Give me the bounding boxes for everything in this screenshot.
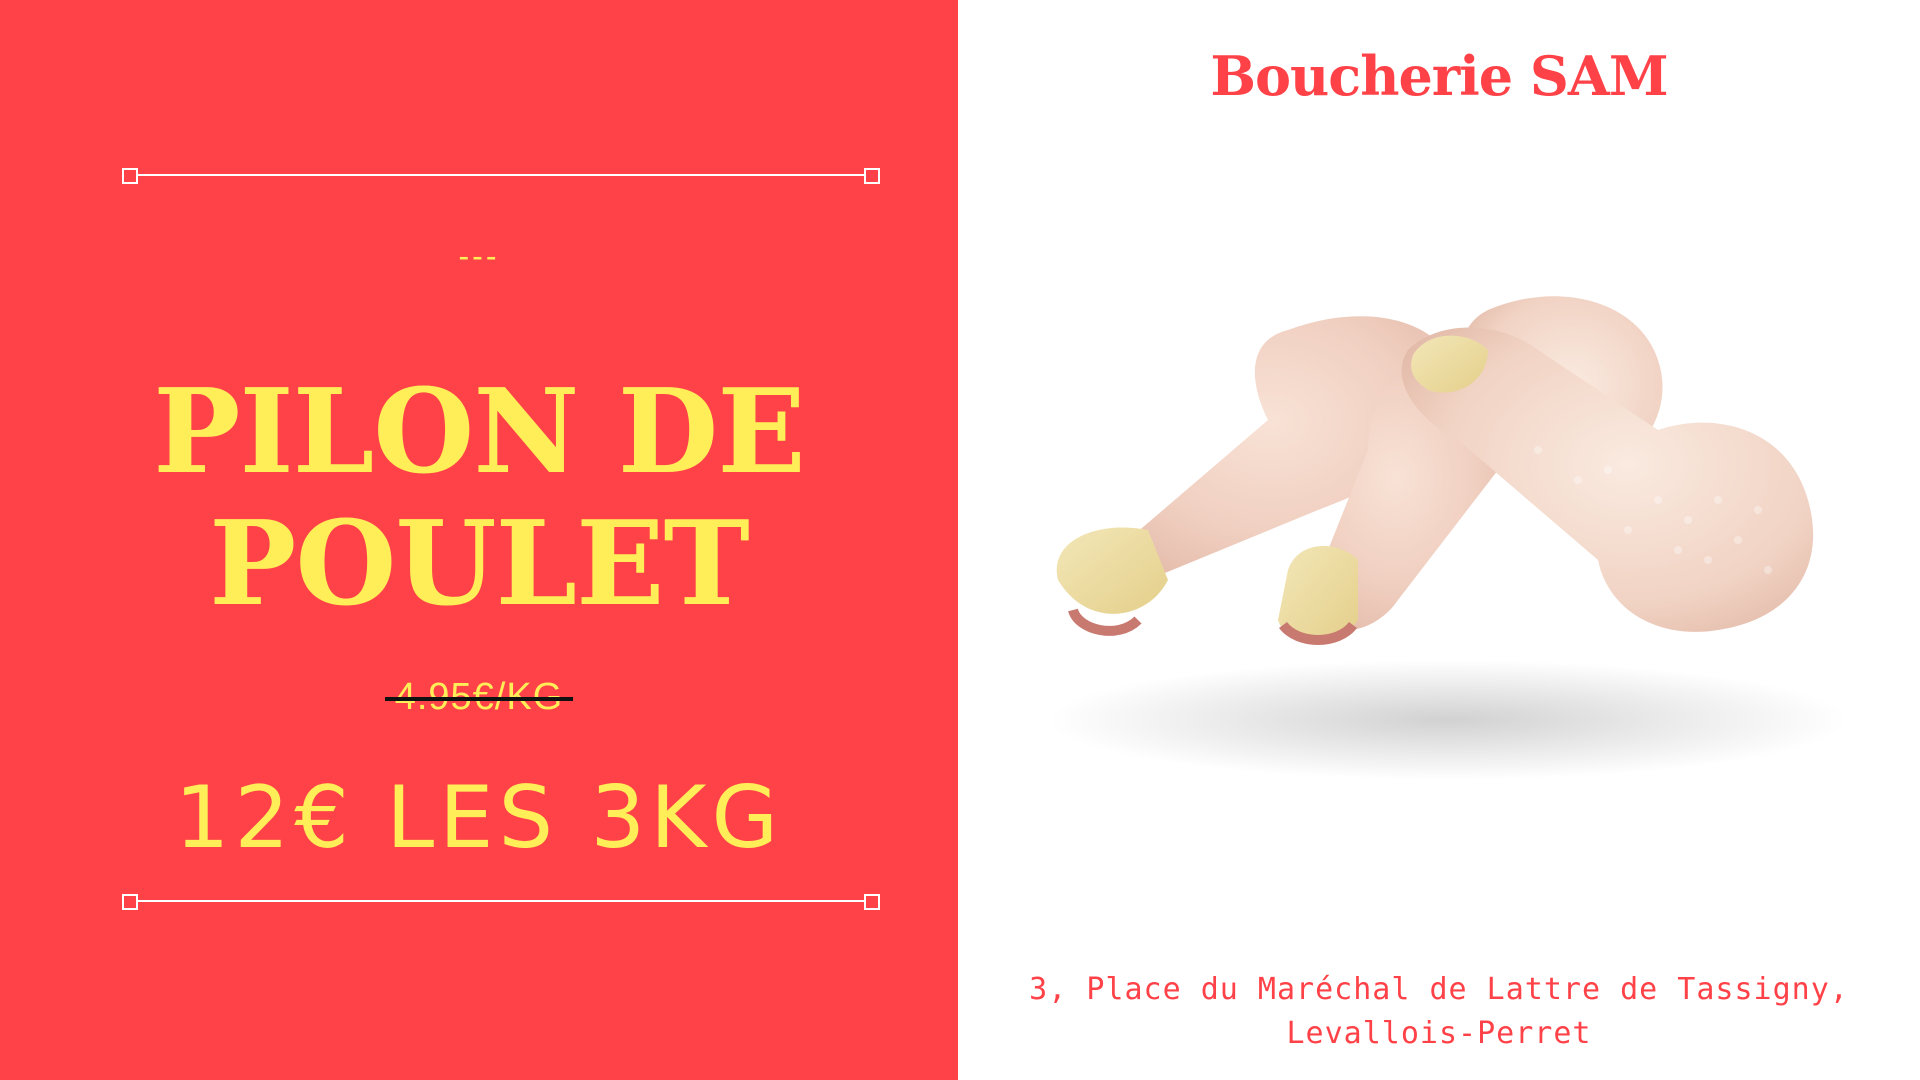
flyer-page: --- PILON DE POULET 4.95€/KG 12€ LES 3KG…: [0, 0, 1920, 1080]
product-title-line2: POULET: [209, 496, 750, 632]
promo-panel: --- PILON DE POULET 4.95€/KG 12€ LES 3KG: [0, 0, 958, 1080]
address-line1: 3, Place du Maréchal de Lattre de Tassig…: [1029, 972, 1849, 1007]
decorative-dashes: ---: [458, 238, 500, 274]
top-divider: [122, 168, 880, 184]
product-title-line1: PILON DE: [153, 364, 806, 500]
bottom-divider: [122, 894, 880, 910]
shop-panel: Boucherie SAM 3, Place du Maréchal de La…: [958, 0, 1920, 1080]
divider-handle: [122, 894, 138, 910]
divider-handle: [864, 894, 880, 910]
strikethrough-line: [384, 696, 574, 701]
old-price: 4.95€/KG: [384, 676, 574, 719]
new-price: 12€ LES 3KG: [174, 768, 784, 868]
divider-handle: [122, 168, 138, 184]
image-shadow: [1048, 660, 1848, 780]
chicken-drumsticks-image: [1048, 296, 1848, 780]
address-line2: Levallois-Perret: [1286, 1016, 1592, 1051]
shop-address: 3, Place du Maréchal de Lattre de Tassig…: [958, 968, 1920, 1056]
product-title: PILON DE POULET: [0, 366, 958, 630]
old-price-wrap: 4.95€/KG: [0, 676, 958, 719]
shop-name: Boucherie SAM: [1210, 44, 1668, 108]
divider-handle: [864, 168, 880, 184]
